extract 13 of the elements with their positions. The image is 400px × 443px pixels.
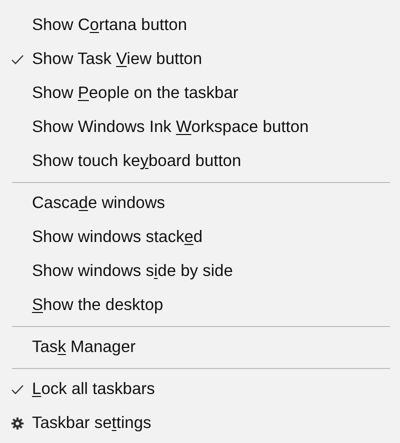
- menu-item[interactable]: Cascade windows: [0, 186, 400, 220]
- menu-item[interactable]: Taskbar settings: [0, 406, 400, 440]
- menu-item[interactable]: Show the desktop: [0, 288, 400, 322]
- menu-item[interactable]: Show touch keyboard button: [0, 144, 400, 178]
- menu-item[interactable]: Show windows side by side: [0, 254, 400, 288]
- menu-item[interactable]: Lock all taskbars: [0, 372, 400, 406]
- menu-item[interactable]: Show Cortana button: [0, 8, 400, 42]
- menu-item[interactable]: Show Task View button: [0, 42, 400, 76]
- menu-item[interactable]: Show People on the taskbar: [0, 76, 400, 110]
- menu-item[interactable]: Task Manager: [0, 330, 400, 364]
- menu-item[interactable]: Show windows stacked: [0, 220, 400, 254]
- menu-item[interactable]: Show Windows Ink Workspace button: [0, 110, 400, 144]
- settings-icon: [10, 416, 24, 430]
